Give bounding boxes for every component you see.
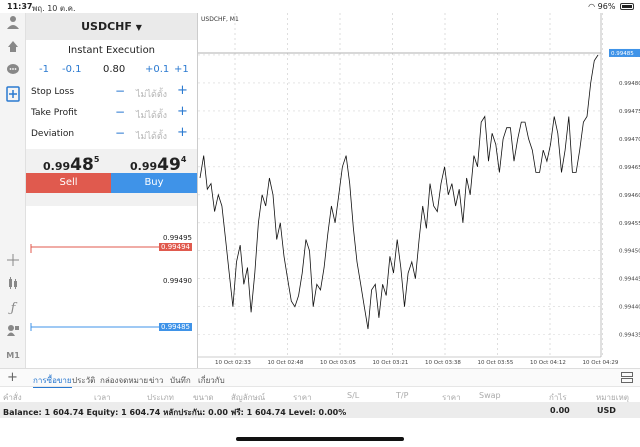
orders-table-header: คำสั่ง เวลา ประเภท ขนาด สัญลักษณ์ ราคา S… [0, 386, 640, 402]
status-bar: 11:37 พฤ. 10 ต.ค. ◠ 96% [0, 0, 640, 13]
stop-loss-minus-button[interactable]: − [115, 84, 125, 98]
step-plus-01[interactable]: +0.1 [145, 64, 169, 75]
y-tick-label: 0.99435 [619, 333, 640, 339]
col-sl: S/L [347, 391, 360, 400]
x-tick-label: 10 Oct 03:55 [478, 360, 514, 366]
x-tick-label: 10 Oct 03:21 [373, 360, 409, 366]
sell-price: 0.99485 [43, 155, 100, 175]
terminal-tabs: + การซื้อขาย ประวัติ กล่องจดหมาย ข่าว บั… [0, 368, 640, 388]
add-order-icon[interactable] [4, 86, 22, 104]
indicators-icon[interactable] [4, 276, 22, 294]
chart-title: USDCHF, M1 [201, 16, 239, 23]
crosshair-icon[interactable] [4, 253, 22, 271]
take-profit-label: Take Profit [31, 108, 78, 118]
mini-level-ask: 0.99494 [159, 243, 192, 251]
x-tick-label: 10 Oct 04:12 [530, 360, 566, 366]
symbol-selector[interactable]: USDCHF ▼ [26, 13, 197, 40]
price-chart[interactable]: USDCHF, M1 10 Oct 02:33 10 Oct 02:48 10 Oct… [197, 13, 640, 368]
chat-icon[interactable] [4, 63, 22, 81]
timeframe-label[interactable]: M1 [4, 347, 22, 365]
profit-currency: USD [597, 406, 616, 415]
volume-value[interactable]: 0.80 [103, 64, 125, 75]
col-tp: T/P [396, 391, 409, 400]
chevron-down-icon: ▼ [135, 23, 142, 32]
home-indicator [236, 437, 404, 441]
stop-loss-value[interactable]: ไม่ได้ตั้ง [136, 87, 167, 101]
current-price-label: 0.99485 [611, 51, 634, 57]
y-tick-label: 0.99465 [619, 165, 640, 171]
y-tick-label: 0.99470 [619, 137, 640, 143]
total-profit: 0.00 [550, 406, 570, 415]
y-tick-label: 0.99480 [619, 81, 640, 87]
col-swap: Swap [479, 391, 501, 400]
user-icon[interactable] [4, 15, 22, 33]
stop-loss-plus-button[interactable]: + [177, 83, 188, 98]
balance-text: Balance: 1 604.74 Equity: 1 604.74 หลักป… [3, 408, 347, 417]
status-time: 11:37 [7, 2, 33, 11]
mini-level-2: 0.99490 [163, 277, 192, 285]
volume-stepper: -1 -0.1 0.80 +0.1 +1 [26, 62, 197, 82]
chart-svg[interactable]: USDCHF, M1 10 Oct 02:33 10 Oct 02:48 10 Oct… [198, 13, 640, 368]
mini-level-1: 0.99495 [163, 234, 192, 242]
y-tick-label: 0.99475 [619, 109, 640, 115]
y-tick-label: 0.99455 [619, 221, 640, 227]
buy-button[interactable]: Buy [111, 173, 197, 193]
deviation-plus-button[interactable]: + [177, 125, 188, 140]
x-tick-label: 10 Oct 02:33 [215, 360, 251, 366]
battery-label: 96% [597, 2, 616, 11]
y-tick-label: 0.99460 [619, 193, 640, 199]
take-profit-plus-button[interactable]: + [177, 104, 188, 119]
mini-level-bid: 0.99485 [159, 323, 192, 331]
deviation-minus-button[interactable]: − [115, 126, 125, 140]
symbol-label: USDCHF [81, 20, 132, 33]
add-icon[interactable]: + [7, 370, 18, 385]
sell-button[interactable]: Sell [26, 173, 111, 193]
y-tick-label: 0.99440 [619, 305, 640, 311]
deviation-row: Deviation − ไม่ได้ตั้ง + [26, 124, 197, 145]
status-right: ◠ 96% [588, 2, 634, 11]
trade-icon[interactable] [4, 39, 22, 57]
step-minus-1[interactable]: -1 [39, 64, 49, 75]
y-tick-label: 0.99450 [619, 249, 640, 255]
x-tick-label: 10 Oct 04:29 [583, 360, 619, 366]
balance-row: Balance: 1 604.74 Equity: 1 604.74 หลักป… [0, 402, 640, 418]
left-toolbar: ƒ M1 [0, 13, 26, 368]
deviation-value[interactable]: ไม่ได้ตั้ง [136, 129, 167, 143]
deviation-label: Deviation [31, 129, 75, 139]
take-profit-row: Take Profit − ไม่ได้ตั้ง + [26, 103, 197, 124]
function-icon[interactable]: ƒ [4, 300, 22, 318]
y-tick-label: 0.99445 [619, 277, 640, 283]
x-tick-label: 10 Oct 03:05 [320, 360, 356, 366]
step-minus-01[interactable]: -0.1 [62, 64, 82, 75]
take-profit-value[interactable]: ไม่ได้ตั้ง [136, 108, 167, 122]
order-panel: USDCHF ▼ Instant Execution -1 -0.1 0.80 … [26, 13, 197, 368]
objects-icon[interactable] [4, 323, 22, 341]
take-profit-minus-button[interactable]: − [115, 105, 125, 119]
wifi-icon: ◠ [588, 2, 596, 11]
layout-icon[interactable] [621, 372, 633, 385]
price-series-line [199, 54, 599, 330]
stop-loss-row: Stop Loss − ไม่ได้ตั้ง + [26, 82, 197, 103]
x-tick-label: 10 Oct 03:38 [425, 360, 461, 366]
buy-price: 0.99494 [130, 155, 187, 175]
stop-loss-label: Stop Loss [31, 87, 75, 97]
step-plus-1[interactable]: +1 [174, 64, 189, 75]
x-tick-label: 10 Oct 02:48 [268, 360, 304, 366]
execution-type[interactable]: Instant Execution [26, 45, 197, 56]
battery-icon [620, 3, 634, 10]
mini-price-chart: 0.99495 0.99494 0.99490 0.99485 [26, 231, 197, 341]
